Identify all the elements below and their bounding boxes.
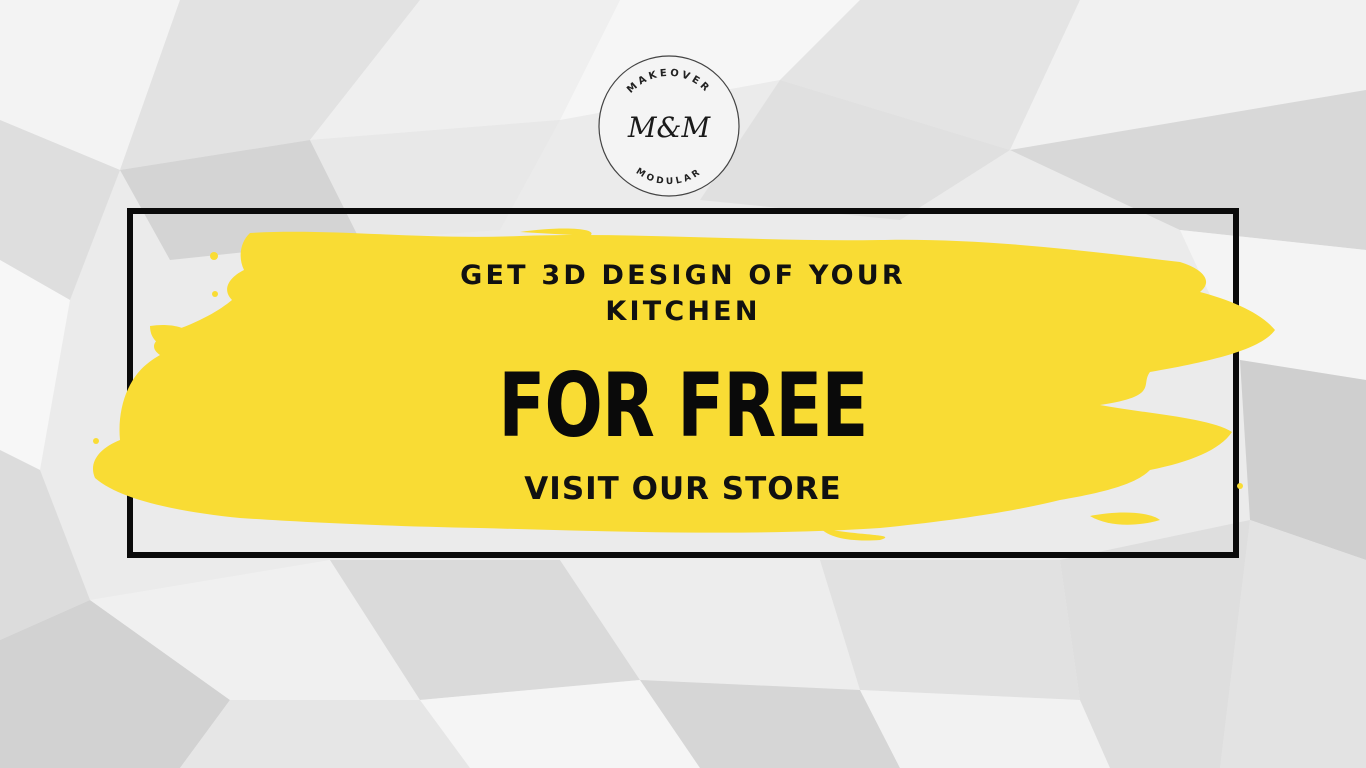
visit-store-text: VISIT OUR STORE <box>524 471 842 507</box>
headline: GET 3D DESIGN OF YOUR KITCHEN <box>383 258 983 330</box>
headline-line-2: KITCHEN <box>605 296 761 327</box>
promo-banner: MAKEOVER MODULAR M&M GET 3D DESIGN OF YO… <box>0 0 1366 768</box>
for-free-title: FOR FREE <box>498 354 868 457</box>
headline-line-1: GET 3D DESIGN OF YOUR <box>460 260 906 291</box>
